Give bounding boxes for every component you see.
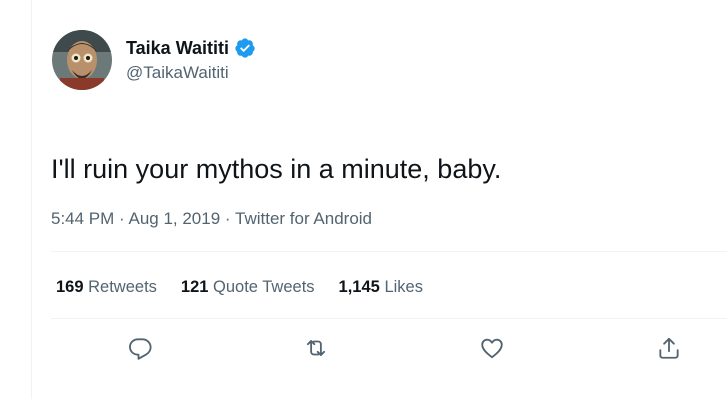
quote-tweets-label: Quote Tweets xyxy=(213,278,315,296)
share-button[interactable] xyxy=(653,332,685,364)
verified-badge-icon xyxy=(234,37,256,59)
retweet-icon xyxy=(306,340,326,356)
author-name-row[interactable]: Taika Waititi xyxy=(126,37,256,59)
reply-icon xyxy=(129,338,152,360)
reply-button[interactable] xyxy=(124,332,156,364)
tweet-time[interactable]: 5:44 PM xyxy=(51,209,114,228)
tweet-date[interactable]: Aug 1, 2019 xyxy=(128,209,220,228)
column-border xyxy=(31,0,32,399)
share-icon xyxy=(659,337,679,359)
quote-tweets-stat[interactable]: 121 Quote Tweets xyxy=(181,276,315,298)
like-icon xyxy=(481,338,503,359)
tweet-metadata: 5:44 PM · Aug 1, 2019 · Twitter for Andr… xyxy=(51,208,372,230)
likes-stat[interactable]: 1,145 Likes xyxy=(339,276,423,298)
quote-tweets-count: 121 xyxy=(180,278,209,296)
author-handle[interactable]: @TaikaWaititi xyxy=(126,62,229,84)
tweet-source[interactable]: Twitter for Android xyxy=(235,209,372,228)
retweets-label: Retweets xyxy=(88,278,157,296)
tweet-text: I'll ruin your mythos in a minute, baby. xyxy=(51,154,502,184)
meta-separator: · xyxy=(220,209,235,228)
divider xyxy=(51,318,727,319)
tweet-stats: 169 Retweets 121 Quote Tweets 1,145 Like… xyxy=(56,276,423,298)
likes-label: Likes xyxy=(384,278,423,296)
divider xyxy=(51,251,727,252)
likes-count: 1,145 xyxy=(338,278,380,296)
avatar[interactable] xyxy=(52,30,112,90)
avatar-image xyxy=(52,30,112,90)
like-button[interactable] xyxy=(476,332,508,364)
retweets-count: 169 xyxy=(56,278,84,296)
author-display-name[interactable]: Taika Waititi xyxy=(126,37,229,59)
retweets-stat[interactable]: 169 Retweets xyxy=(56,276,157,298)
retweet-button[interactable] xyxy=(300,332,332,364)
meta-separator: · xyxy=(114,209,129,228)
